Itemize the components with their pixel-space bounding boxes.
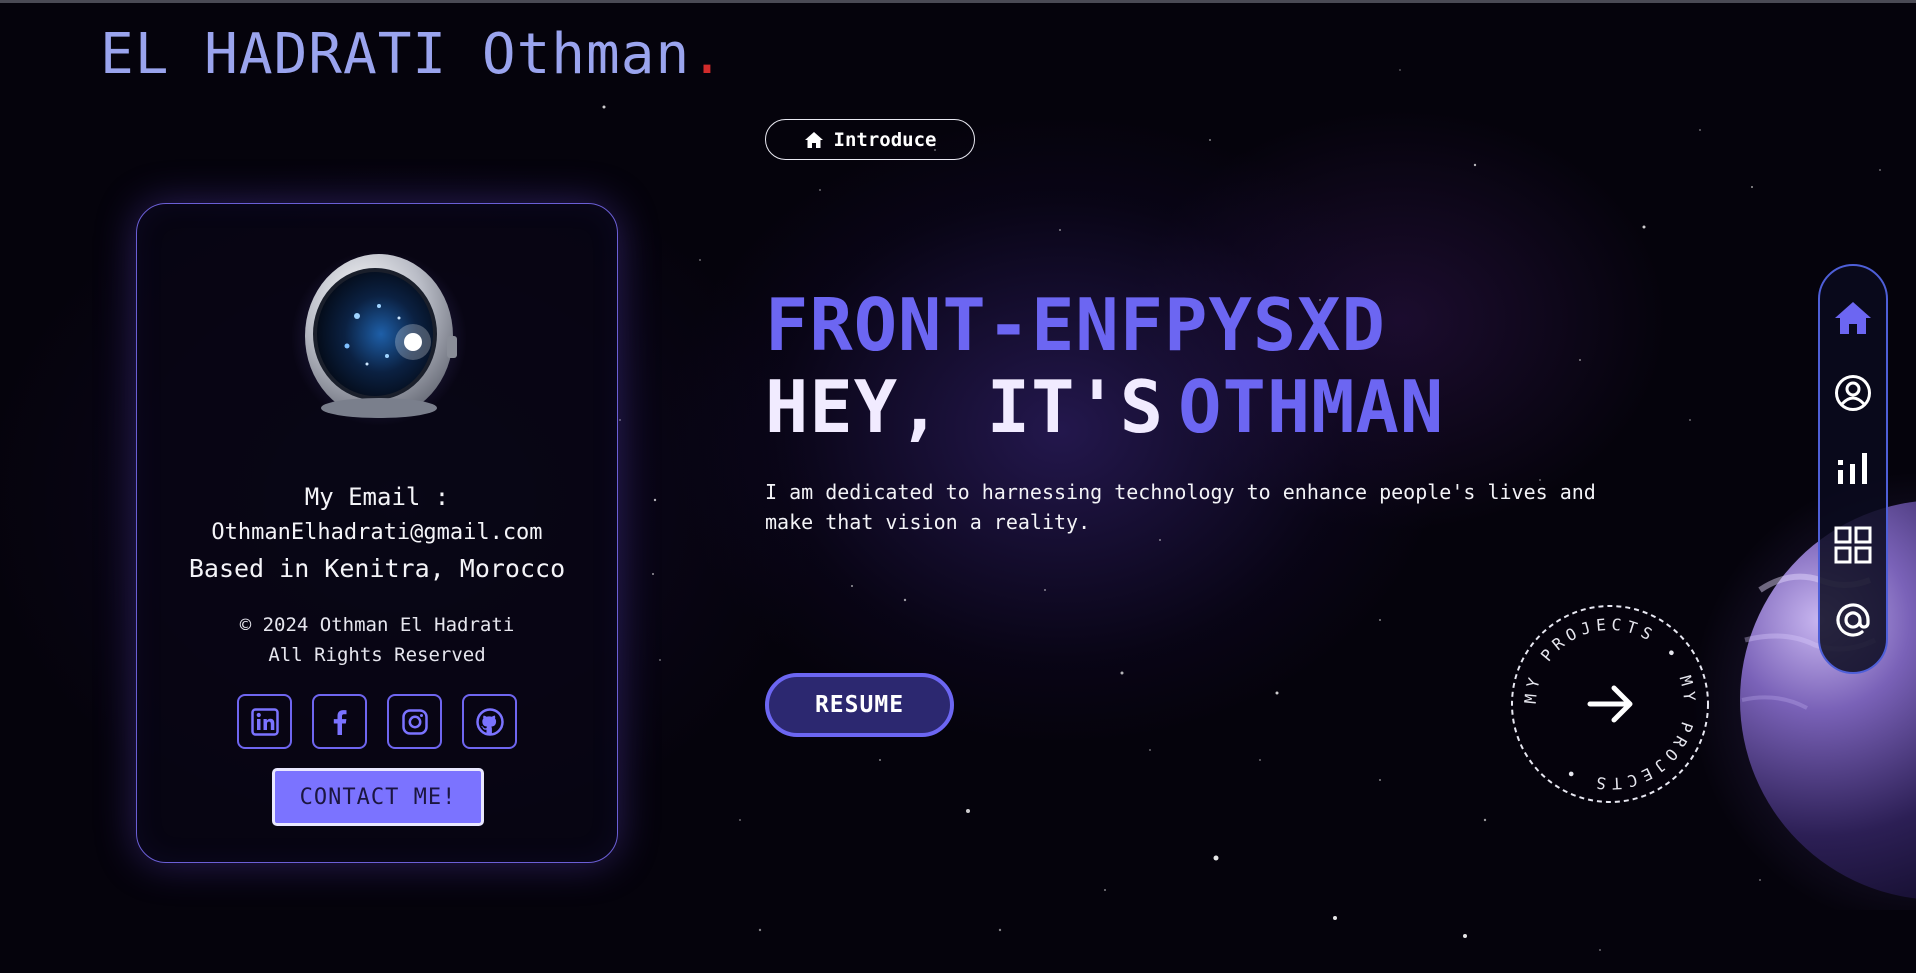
nav-skills[interactable] (1831, 447, 1875, 491)
brand-logo[interactable]: EL HADRATI Othman. (100, 22, 725, 87)
user-icon (1835, 375, 1871, 412)
copyright-text: © 2024 Othman El Hadrati (239, 614, 515, 636)
linkedin-icon (250, 707, 279, 736)
facebook-icon (333, 709, 346, 735)
hero-description: I am dedicated to harnessing technology … (765, 480, 1596, 534)
nav-contact[interactable] (1831, 598, 1875, 642)
location-text: Based in Kenitra, Morocco (188, 554, 566, 583)
nav-about[interactable] (1831, 371, 1875, 415)
grid-icon (1834, 526, 1872, 564)
brand-name: EL HADRATI Othman (100, 22, 691, 87)
greeting-text: HEY, IT'S (765, 365, 1165, 449)
rights-text: All Rights Reserved (268, 644, 486, 666)
social-links (237, 694, 517, 749)
brand-dot: . (690, 22, 725, 87)
at-icon (1836, 603, 1870, 637)
stats-icon (1838, 452, 1867, 484)
nav-home[interactable] (1831, 296, 1875, 340)
astronaut-helmet-image (291, 250, 467, 426)
hero-name-text: OTHMAN (1178, 365, 1445, 449)
nav-portfolio[interactable] (1831, 523, 1875, 567)
facebook-link[interactable] (312, 694, 367, 749)
side-navigation (1818, 264, 1888, 674)
introduce-label: Introduce (833, 128, 937, 151)
home-icon (1835, 301, 1871, 334)
instagram-link[interactable] (387, 694, 442, 749)
home-icon (804, 131, 823, 148)
introduce-tag: Introduce (765, 119, 975, 160)
profile-card: My Email : OthmanElhadrati@gmail.com Bas… (136, 203, 618, 863)
linkedin-link[interactable] (237, 694, 292, 749)
page: EL HADRATI Othman. My Email: OthmanElha… (0, 0, 1916, 973)
my-projects-badge[interactable]: MY PROJECTS • MY PROJECTS • (1510, 604, 1710, 804)
email-label: My Email : (304, 483, 450, 511)
hero-role-title: FRONT-ENFPYSXD (765, 283, 1386, 367)
resume-button[interactable]: RESUME (765, 673, 954, 737)
email-address[interactable]: OthmanElhadrati@gmail.com (137, 520, 617, 545)
contact-me-button[interactable]: CONTACT ME! (272, 768, 484, 826)
github-link[interactable] (462, 694, 517, 749)
instagram-icon (401, 708, 428, 735)
github-icon (475, 707, 504, 736)
hero-greeting: HEY, IT'S OTHMAN (765, 365, 1444, 449)
